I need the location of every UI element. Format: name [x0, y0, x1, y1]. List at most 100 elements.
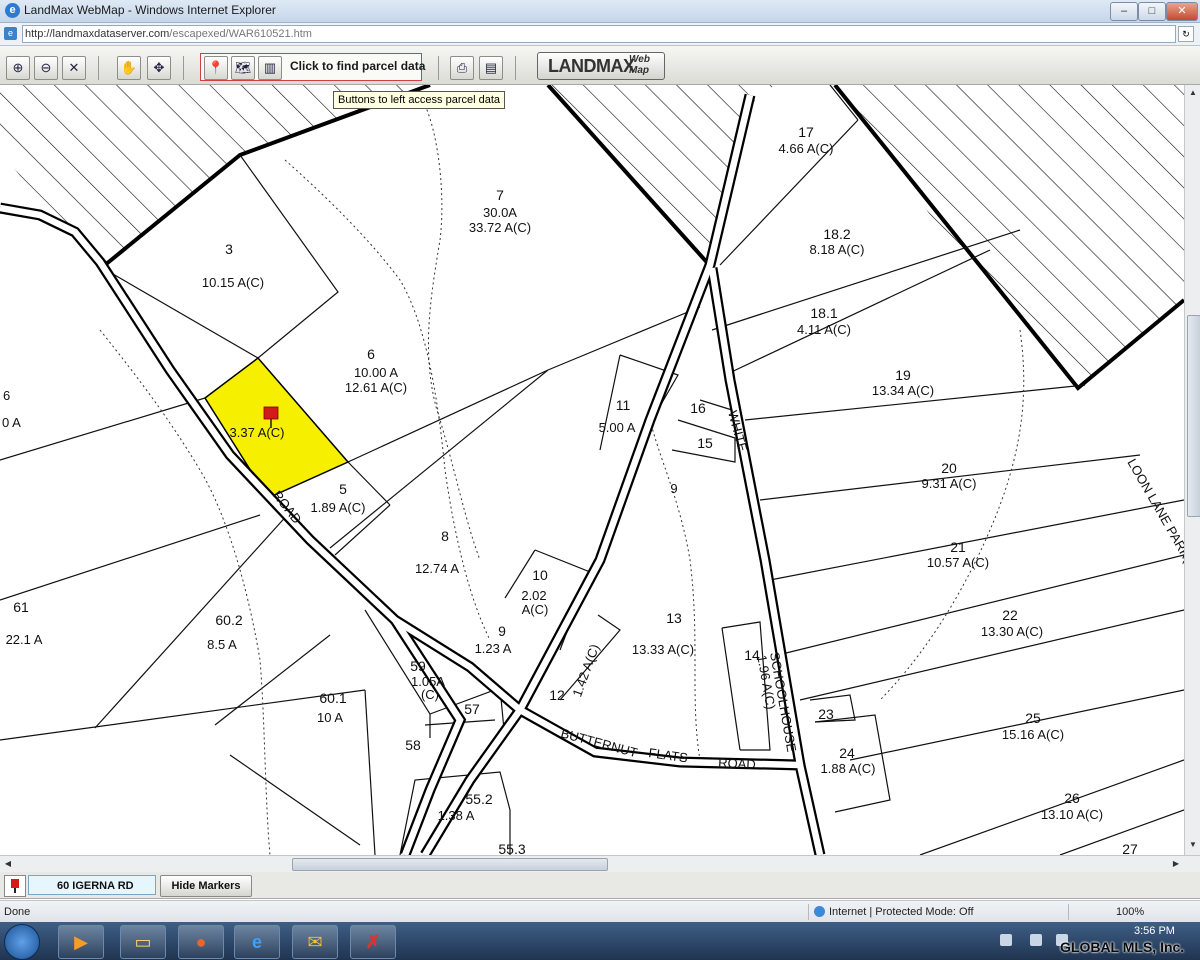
zoom-level[interactable]: 100%	[1116, 906, 1144, 918]
parcel-9-area: 1.23 A	[475, 641, 512, 656]
parcel-23-id: 23	[818, 706, 834, 722]
marker-icon[interactable]	[4, 875, 26, 897]
parcel-24-area: 1.88 A(C)	[821, 761, 876, 776]
globe-icon	[814, 906, 825, 917]
refresh-icon[interactable]: ↻	[1178, 26, 1194, 42]
parcel-20-id: 20	[941, 460, 957, 476]
parcel-5-area: 1.89 A(C)	[311, 500, 366, 515]
taskbar-clock[interactable]: 3:56 PM	[1134, 925, 1175, 937]
parcel-6-id: 6	[367, 346, 375, 362]
scroll-up-icon[interactable]: ▲	[1187, 87, 1199, 99]
parcel-10-area: 2.02	[521, 588, 546, 603]
scroll-left-icon[interactable]: ◀	[2, 858, 14, 870]
parcel-57-id: 57	[464, 701, 480, 717]
parcel-8-id: 8	[441, 528, 449, 544]
horizontal-scroll-thumb[interactable]	[292, 858, 608, 871]
status-divider	[808, 904, 809, 920]
file-explorer-icon[interactable]: ▭	[120, 925, 166, 959]
firefox-icon[interactable]: ●	[178, 925, 224, 959]
scroll-right-icon[interactable]: ▶	[1170, 858, 1182, 870]
parcel-12-area: 1.42 A(C)	[569, 642, 602, 699]
marker-address[interactable]: 60 IGERNA RD	[28, 875, 156, 895]
parcel-5-id: 5	[339, 481, 347, 497]
tray-icon[interactable]	[1000, 934, 1012, 946]
parcel-13-id: 13	[666, 610, 682, 626]
toolbar-divider	[98, 56, 99, 80]
hide-markers-button[interactable]: Hide Markers	[160, 875, 252, 897]
parcel-26-id: 26	[1064, 790, 1080, 806]
scroll-down-icon[interactable]: ▼	[1187, 839, 1199, 851]
parcel-25-area: 15.16 A(C)	[1002, 727, 1064, 742]
parcel-6-area: 10.00 A	[354, 365, 398, 380]
recenter-icon[interactable]: ✥	[147, 56, 171, 80]
parcel-17-area: 4.66 A(C)	[779, 141, 834, 156]
left-edge-parcel-id: 6	[3, 388, 10, 403]
road-label-road-2: ROAD	[718, 755, 756, 772]
start-button[interactable]	[4, 924, 40, 960]
parcel-11-area: 5.00 A	[599, 420, 636, 435]
maximize-button[interactable]: □	[1138, 2, 1166, 21]
close-button[interactable]: ✕	[1166, 2, 1198, 21]
horizontal-scrollbar[interactable]: ◀ ▶	[0, 855, 1200, 872]
parcel-11-id: 11	[616, 397, 631, 413]
parcel-17-id: 17	[798, 124, 814, 140]
minimize-button[interactable]: –	[1110, 2, 1138, 21]
logo-sub: Web Map	[629, 54, 650, 76]
parcel-18-2-id: 18.2	[823, 226, 850, 242]
parcel-27-id: 27	[1122, 841, 1138, 855]
parcel-22-id: 22	[1002, 607, 1018, 623]
parcel-21-area: 10.57 A(C)	[927, 555, 989, 570]
toolbar-divider	[438, 56, 439, 80]
parcel-map[interactable]: 3 10.15 A(C) 6 10.00 A 12.61 A(C) 7 30.0…	[0, 85, 1184, 855]
landmax-logo: LANDMAX Web Map	[537, 52, 665, 80]
highlight-area-label: 3.37 A(C)	[230, 425, 285, 440]
notes-icon[interactable]: ▤	[479, 56, 503, 80]
zoom-extent-icon[interactable]: ✕	[62, 56, 86, 80]
parcel-id-icon[interactable]: 📍	[204, 56, 228, 80]
parcel-7-id: 7	[496, 187, 504, 203]
parcel-15-id: 15	[697, 435, 713, 451]
parcel-60-2-area: 8.5 A	[207, 637, 237, 652]
zoom-in-icon[interactable]: ⊕	[6, 56, 30, 80]
parcel-25-id: 25	[1025, 710, 1041, 726]
zoom-out-icon[interactable]: ⊖	[34, 56, 58, 80]
vertical-scroll-thumb[interactable]	[1187, 315, 1200, 517]
parcel-18-2-area: 8.18 A(C)	[810, 242, 865, 257]
url-field[interactable]: http://landmaxdataserver.com/escapexed/W…	[22, 25, 1176, 43]
parcel-map-icon[interactable]: 🗺	[231, 56, 255, 80]
parcel-table-icon[interactable]: ▥	[258, 56, 282, 80]
status-text: Done	[4, 906, 31, 918]
taskbar: ▶ ▭ ● e ✉ ✗ 3:56 PM GLOBAL MLS, Inc.	[0, 922, 1200, 960]
tray-icon[interactable]	[1030, 934, 1042, 946]
parcel-59-id: 59	[410, 658, 426, 674]
ie-app-icon: e	[5, 3, 20, 18]
parcel-18-1-id: 18.1	[810, 305, 837, 321]
parcel-6-area2: 12.61 A(C)	[345, 380, 407, 395]
app-x-icon[interactable]: ✗	[350, 925, 396, 959]
parcel-21-id: 21	[950, 539, 966, 555]
parcel-12-id: 12	[549, 687, 565, 703]
url-host: http://landmaxdataserver.com	[25, 28, 170, 40]
parcel-10-area2: A(C)	[522, 602, 549, 617]
media-player-icon[interactable]: ▶	[58, 925, 104, 959]
parcel-10-id: 10	[532, 567, 548, 583]
print-icon[interactable]: ⎙	[450, 56, 474, 80]
road-label-white: WHITE	[725, 409, 750, 454]
parcel-data-label[interactable]: Click to find parcel data	[290, 59, 425, 73]
vertical-scrollbar[interactable]: ▲ ▼	[1184, 85, 1200, 855]
mail-icon[interactable]: ✉	[292, 925, 338, 959]
parcel-7-area2: 33.72 A(C)	[469, 220, 531, 235]
parcel-58-id: 58	[405, 737, 421, 753]
parcel-22-area: 13.30 A(C)	[981, 624, 1043, 639]
parcel-9-north-id: 9	[670, 481, 677, 496]
url-path: /escapexed/WAR610521.htm	[169, 28, 312, 40]
window-title: LandMax WebMap - Windows Internet Explor…	[24, 3, 276, 17]
parcel-13-area: 13.33 A(C)	[632, 642, 694, 657]
page-icon: e	[4, 27, 17, 40]
pan-hand-icon[interactable]: ✋	[117, 56, 141, 80]
parcel-19-id: 19	[895, 367, 911, 383]
parcel-55-3-id: 55.3	[498, 841, 525, 855]
internet-explorer-icon[interactable]: e	[234, 925, 280, 959]
road-label-loon-lane: LOON LANE PARK(DISC)	[1124, 456, 1184, 595]
parcel-18-1-area: 4.11 A(C)	[797, 322, 851, 337]
